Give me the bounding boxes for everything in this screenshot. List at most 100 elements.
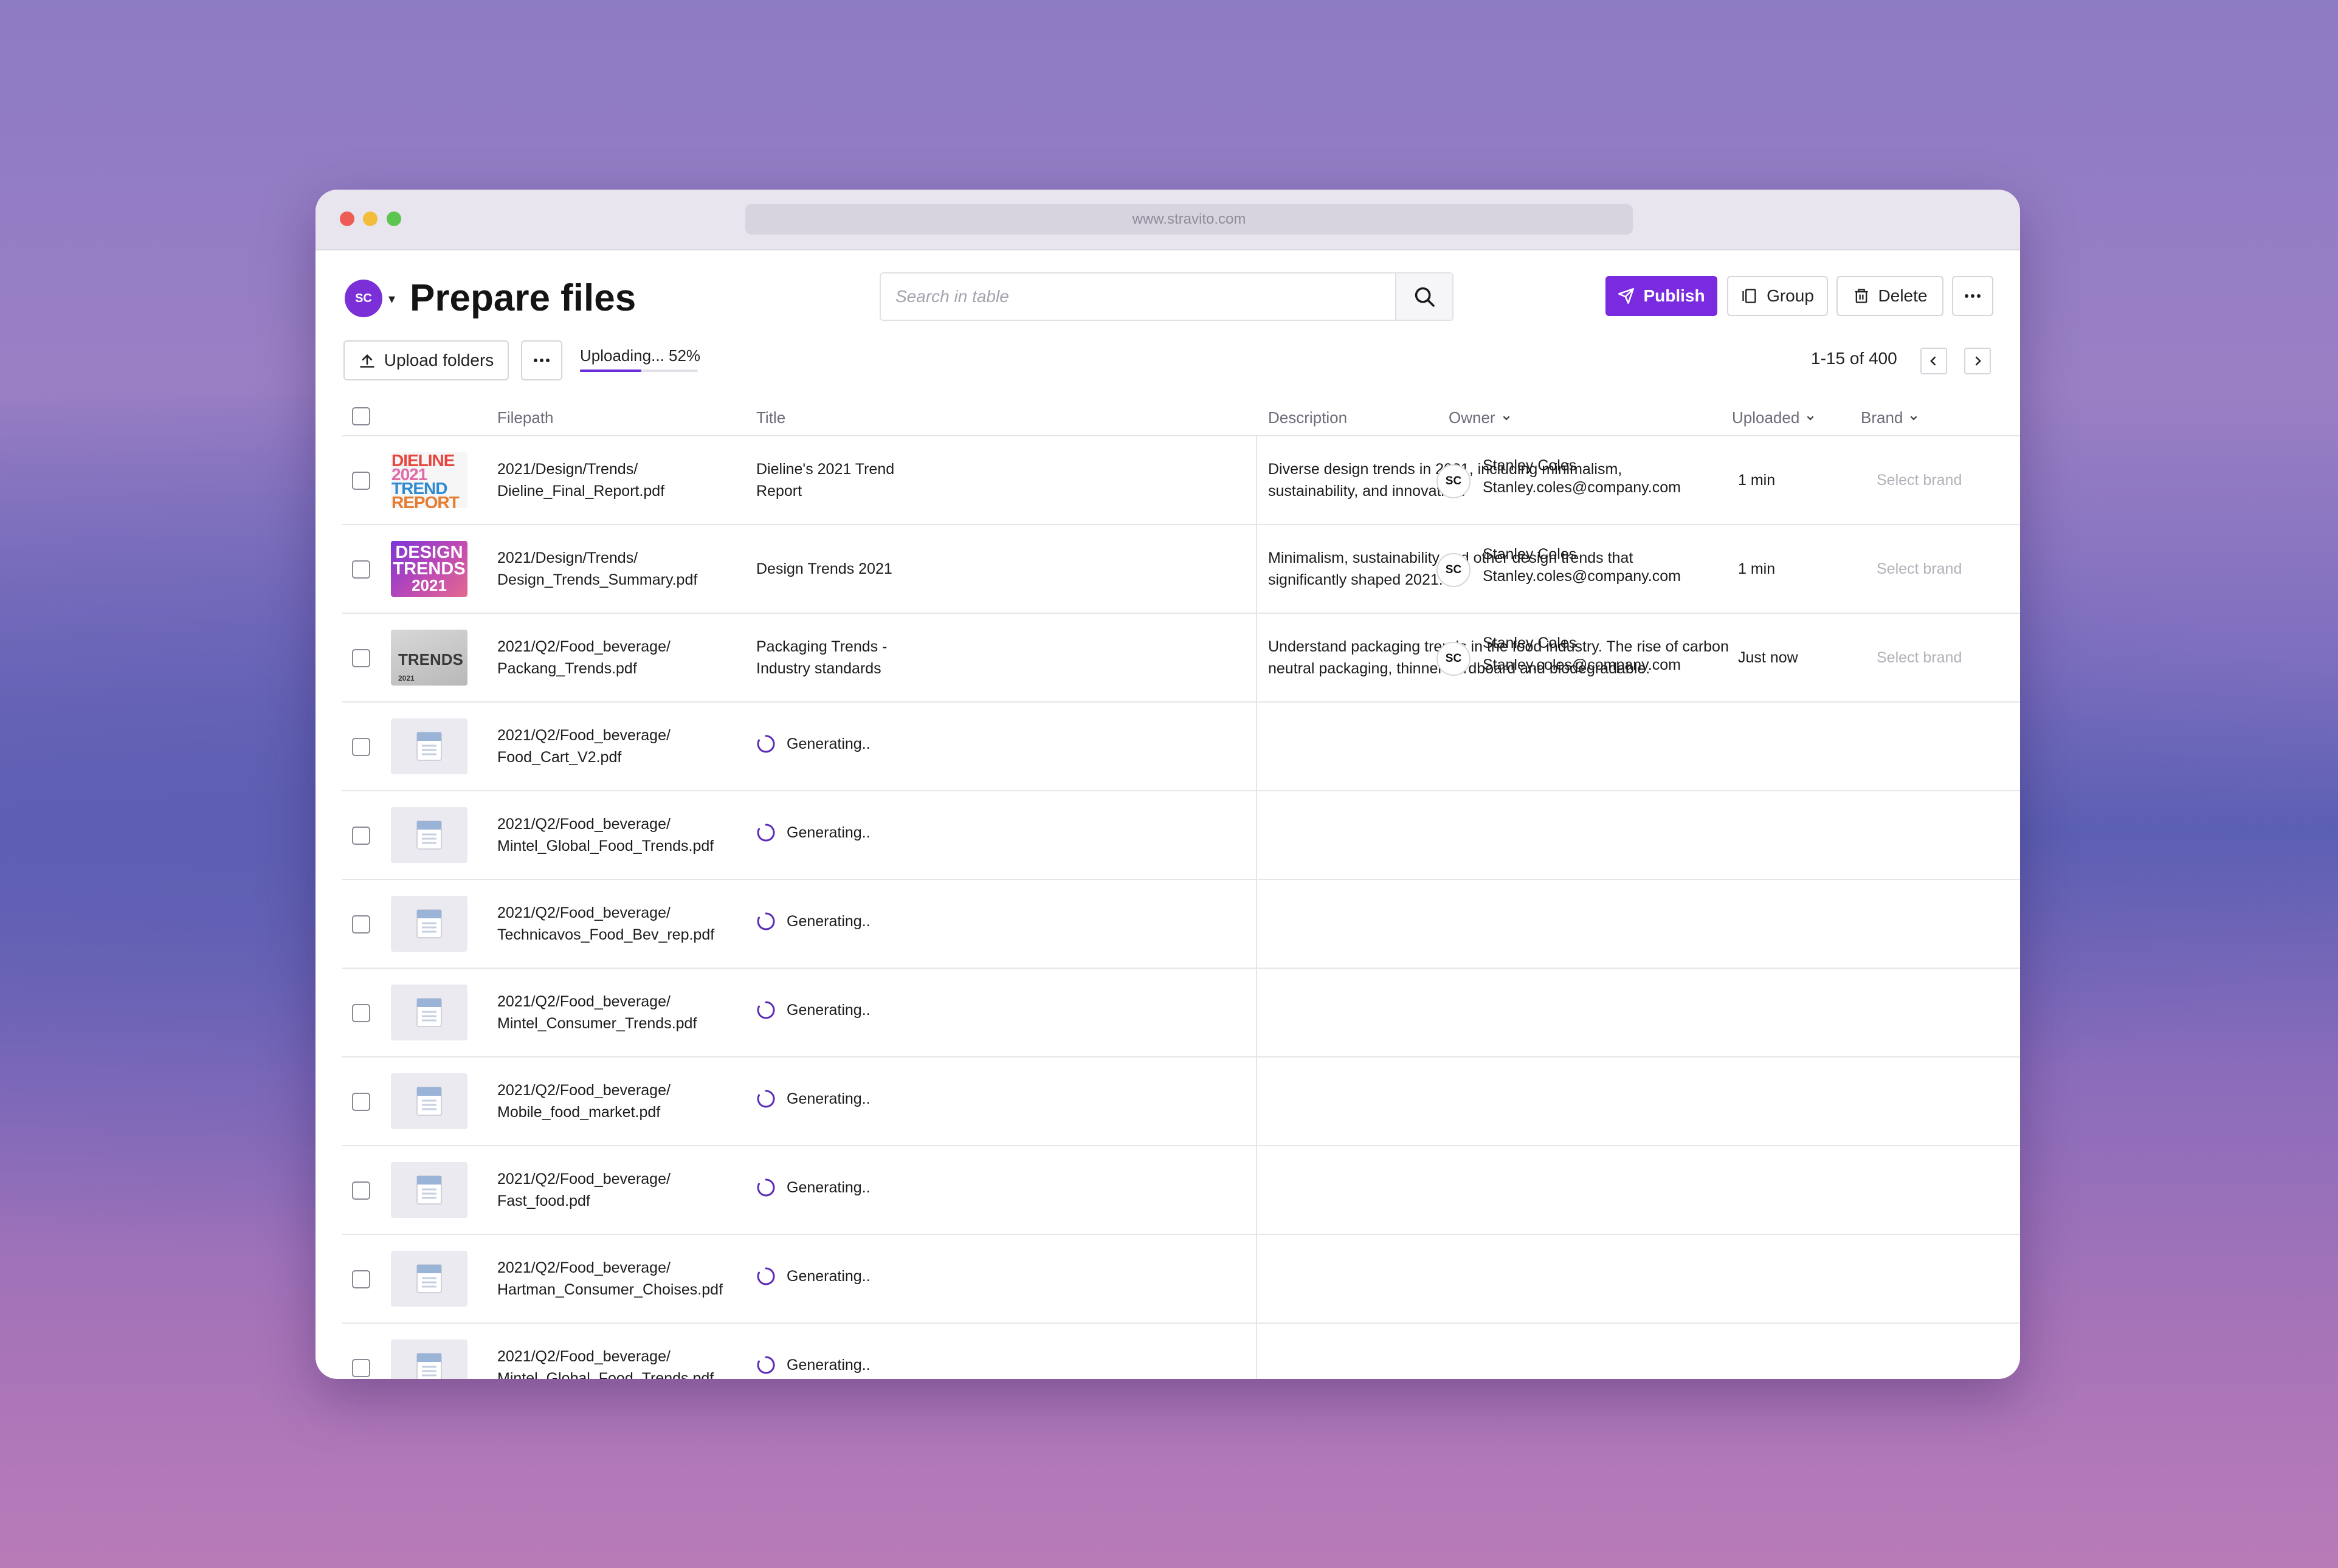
search-button[interactable] xyxy=(1395,273,1452,320)
caret-down-icon[interactable]: ▾ xyxy=(388,291,395,307)
document-placeholder-icon xyxy=(416,909,442,938)
title-cell[interactable]: Packaging Trends - Industry standards xyxy=(756,636,914,679)
table-row[interactable]: 2021/Q2/Food_beverage/ Hartman_Consumer_… xyxy=(342,1235,2020,1324)
column-filepath[interactable]: Filepath xyxy=(497,408,554,427)
owner-cell[interactable]: Stanley Coles Stanley.coles@company.com xyxy=(1483,455,1714,498)
document-placeholder-icon xyxy=(416,1264,442,1293)
generating-status: Generating.. xyxy=(756,1267,871,1286)
document-placeholder-icon xyxy=(416,998,442,1027)
file-thumbnail xyxy=(391,1162,467,1218)
user-avatar[interactable]: SC xyxy=(345,280,382,317)
table-row[interactable]: 2021/Q2/Food_beverage/ Technicavos_Food_… xyxy=(342,880,2020,969)
send-icon xyxy=(1618,288,1635,304)
column-brand[interactable]: Brand xyxy=(1861,408,1919,427)
close-window-button[interactable] xyxy=(340,211,354,226)
column-uploaded[interactable]: Uploaded xyxy=(1732,408,1815,427)
table-row[interactable]: DESIGN TRENDS 2021 2021/Design/Trends/ D… xyxy=(342,525,2020,614)
spinner-icon xyxy=(757,1178,775,1197)
file-thumbnail xyxy=(391,807,467,863)
file-thumbnail xyxy=(391,1339,467,1379)
table-row[interactable]: 2021/Q2/Food_beverage/ Mobile_food_marke… xyxy=(342,1057,2020,1146)
table-row[interactable]: 2021/Q2/Food_beverage/ Fast_food.pdf Gen… xyxy=(342,1146,2020,1235)
spinner-icon xyxy=(757,1267,775,1285)
title-cell[interactable]: Dieline's 2021 Trend Report xyxy=(756,458,914,502)
row-checkbox[interactable] xyxy=(352,827,370,845)
spinner-icon xyxy=(757,1090,775,1108)
table-row[interactable]: 2021/Q2/Food_beverage/ Mintel_Global_Foo… xyxy=(342,791,2020,880)
chevron-down-icon xyxy=(1807,416,1814,421)
filepath-cell: 2021/Q2/Food_beverage/ Mintel_Consumer_T… xyxy=(497,993,697,1032)
file-thumbnail: DESIGN TRENDS 2021 xyxy=(391,541,467,597)
upload-more-button[interactable] xyxy=(521,340,562,380)
uploaded-cell: 1 min xyxy=(1738,560,1776,577)
uploaded-cell: Just now xyxy=(1738,649,1798,666)
upload-status: Uploading... 52% xyxy=(580,346,701,365)
select-all-checkbox[interactable] xyxy=(352,407,370,425)
table-row[interactable]: 2021/Q2/Food_beverage/ Mintel_Global_Foo… xyxy=(342,1324,2020,1379)
page-title: Prepare files xyxy=(410,277,636,319)
row-checkbox[interactable] xyxy=(352,915,370,934)
row-checkbox[interactable] xyxy=(352,1004,370,1022)
file-thumbnail: TRENDS 2021 xyxy=(391,630,467,686)
title-cell[interactable]: Design Trends 2021 xyxy=(756,558,914,580)
group-icon xyxy=(1742,289,1756,303)
generating-status: Generating.. xyxy=(756,734,871,754)
files-table: Filepath Title Description Owner Uploade… xyxy=(342,396,2020,1379)
brand-select[interactable]: Select brand xyxy=(1877,647,1962,669)
upload-progress-fill xyxy=(580,370,641,372)
search-input[interactable] xyxy=(895,273,1382,320)
filepath-cell: 2021/Q2/Food_beverage/ Fast_food.pdf xyxy=(497,1171,671,1209)
upload-progress-bar xyxy=(580,370,698,372)
publish-button[interactable]: Publish xyxy=(1605,276,1717,316)
row-checkbox[interactable] xyxy=(352,649,370,667)
table-row[interactable]: DIELINE 2021 TREND REPORT 2021/Design/Tr… xyxy=(342,436,2020,525)
row-checkbox[interactable] xyxy=(352,1093,370,1111)
row-checkbox[interactable] xyxy=(352,1181,370,1200)
row-checkbox[interactable] xyxy=(352,1359,370,1377)
upload-folders-label: Upload folders xyxy=(384,351,494,370)
chevron-down-icon xyxy=(1910,416,1917,421)
next-page-button[interactable] xyxy=(1964,348,1991,374)
chevron-down-icon xyxy=(1503,416,1510,421)
delete-button[interactable]: Delete xyxy=(1836,276,1943,316)
brand-select[interactable]: Select brand xyxy=(1877,469,1962,491)
filepath-cell: 2021/Design/Trends/ Dieline_Final_Report… xyxy=(497,461,665,500)
generating-status: Generating.. xyxy=(756,912,871,931)
group-button[interactable]: Group xyxy=(1727,276,1828,316)
maximize-window-button[interactable] xyxy=(387,211,401,226)
owner-avatar: SC xyxy=(1436,464,1471,498)
generating-status: Generating.. xyxy=(756,823,871,842)
file-thumbnail: DIELINE 2021 TREND REPORT xyxy=(391,452,467,508)
spinner-icon xyxy=(757,735,775,753)
minimize-window-button[interactable] xyxy=(363,211,378,226)
filepath-cell: 2021/Design/Trends/ Design_Trends_Summar… xyxy=(497,549,698,588)
row-checkbox[interactable] xyxy=(352,560,370,579)
table-row[interactable]: 2021/Q2/Food_beverage/ Mintel_Consumer_T… xyxy=(342,969,2020,1057)
table-row[interactable]: TRENDS 2021 2021/Q2/Food_beverage/ Packa… xyxy=(342,614,2020,703)
group-label: Group xyxy=(1767,286,1814,305)
previous-page-button[interactable] xyxy=(1920,348,1947,374)
file-thumbnail xyxy=(391,718,467,774)
row-checkbox[interactable] xyxy=(352,738,370,756)
url-bar[interactable]: www.stravito.com xyxy=(745,204,1633,235)
owner-cell[interactable]: Stanley Coles Stanley.coles@company.com xyxy=(1483,543,1714,587)
column-title[interactable]: Title xyxy=(756,408,785,427)
spinner-icon xyxy=(757,912,775,930)
generating-status: Generating.. xyxy=(756,1000,871,1020)
more-actions-button[interactable] xyxy=(1952,276,1993,316)
filepath-cell: 2021/Q2/Food_beverage/ Packang_Trends.pd… xyxy=(497,638,671,677)
column-description[interactable]: Description xyxy=(1268,408,1347,427)
brand-select[interactable]: Select brand xyxy=(1877,558,1962,580)
table-row[interactable]: 2021/Q2/Food_beverage/ Food_Cart_V2.pdf … xyxy=(342,703,2020,791)
column-owner[interactable]: Owner xyxy=(1449,408,1511,427)
spinner-icon xyxy=(757,1001,775,1019)
row-checkbox[interactable] xyxy=(352,472,370,490)
upload-folders-button[interactable]: Upload folders xyxy=(343,340,509,380)
spinner-icon xyxy=(757,1356,775,1374)
owner-avatar: SC xyxy=(1436,642,1471,676)
file-thumbnail xyxy=(391,1251,467,1307)
document-placeholder-icon xyxy=(416,1175,442,1205)
row-checkbox[interactable] xyxy=(352,1270,370,1288)
owner-cell[interactable]: Stanley Coles Stanley.coles@company.com xyxy=(1483,632,1714,676)
filepath-cell: 2021/Q2/Food_beverage/ Hartman_Consumer_… xyxy=(497,1259,723,1298)
